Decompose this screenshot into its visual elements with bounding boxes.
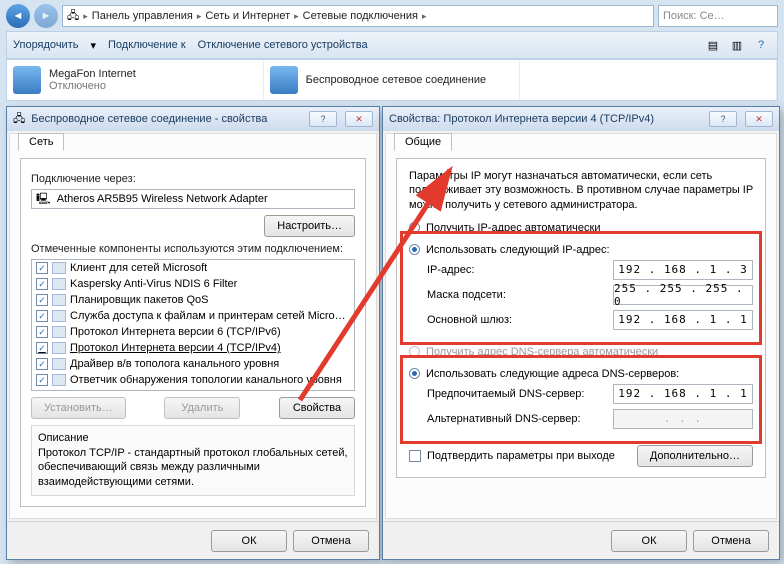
gateway-field[interactable]: 192 . 168 . 1 . 1 xyxy=(613,310,753,330)
advanced-button[interactable]: Дополнительно… xyxy=(637,445,753,467)
nav-forward-button[interactable]: ► xyxy=(34,4,58,28)
components-list[interactable]: ✓Клиент для сетей Microsoft✓Kaspersky An… xyxy=(31,259,355,391)
connection-icon xyxy=(270,66,298,94)
checkbox-icon[interactable]: ✓ xyxy=(36,262,48,274)
connection-icon xyxy=(13,66,41,94)
component-icon xyxy=(52,278,66,290)
checkbox-icon[interactable]: ✓ xyxy=(36,342,48,354)
breadcrumb[interactable]: 🖧 ▸ Панель управления ▸ Сеть и Интернет … xyxy=(62,5,654,27)
intro-text: Параметры IP могут назначаться автоматич… xyxy=(409,169,753,212)
component-icon xyxy=(52,358,66,370)
component-row[interactable]: ✓Клиент для сетей Microsoft xyxy=(32,260,354,276)
checkbox-icon[interactable]: ✓ xyxy=(36,374,48,386)
dialog-title: Беспроводное сетевое соединение - свойст… xyxy=(31,113,301,125)
connect-to-button[interactable]: Подключение к xyxy=(108,39,186,51)
tab-network[interactable]: Сеть xyxy=(18,133,64,151)
radio-auto-dns xyxy=(409,346,420,357)
properties-button[interactable]: Свойства xyxy=(279,397,355,419)
component-row[interactable]: ✓Kaspersky Anti-Virus NDIS 6 Filter xyxy=(32,276,354,292)
remove-button: Удалить xyxy=(164,397,240,419)
install-button[interactable]: Установить… xyxy=(31,397,126,419)
connection-item[interactable]: Беспроводное сетевое соединение xyxy=(264,60,521,100)
component-row[interactable]: ✓Планировщик пакетов QoS xyxy=(32,292,354,308)
nav-back-button[interactable]: ◄ xyxy=(6,4,30,28)
checkbox-icon[interactable]: ✓ xyxy=(36,310,48,322)
subnet-mask-field[interactable]: 255 . 255 . 255 . 0 xyxy=(613,285,753,305)
close-button[interactable]: ✕ xyxy=(745,111,773,127)
configure-button[interactable]: Настроить… xyxy=(264,215,355,237)
dns2-field[interactable]: . . . xyxy=(613,409,753,429)
cancel-button[interactable]: Отмена xyxy=(693,530,769,552)
help-button[interactable]: ? xyxy=(709,111,737,127)
component-icon xyxy=(52,342,66,354)
search-input[interactable]: Поиск: Се… xyxy=(658,5,778,27)
component-row[interactable]: ✓Ответчик обнаружения топологии канально… xyxy=(32,372,354,388)
component-icon xyxy=(52,262,66,274)
radio-static-ip[interactable] xyxy=(409,244,420,255)
adapter-field: 🖳 Atheros AR5B95 Wireless Network Adapte… xyxy=(31,189,355,209)
network-icon: 🖧 xyxy=(67,7,79,26)
ip-address-field[interactable]: 192 . 168 . 1 . 3 xyxy=(613,260,753,280)
adapter-icon: 🖳 xyxy=(36,190,51,209)
toolbar: Упорядочить ▾ Подключение к Отключение с… xyxy=(6,31,778,59)
checkbox-icon[interactable]: ✓ xyxy=(36,358,48,370)
preview-icon[interactable]: ▥ xyxy=(727,35,747,55)
network-icon: 🖧 xyxy=(13,110,25,129)
disable-device-button[interactable]: Отключение сетевого устройства xyxy=(198,39,368,51)
view-icon[interactable]: ▤ xyxy=(703,35,723,55)
checkbox-icon[interactable]: ✓ xyxy=(36,326,48,338)
connection-item-empty xyxy=(520,60,777,100)
component-row[interactable]: ✓Протокол Интернета версии 6 (TCP/IPv6) xyxy=(32,324,354,340)
dialog-title: Свойства: Протокол Интернета версии 4 (T… xyxy=(389,113,701,125)
component-icon xyxy=(52,374,66,386)
confirm-on-exit-checkbox[interactable] xyxy=(409,450,421,462)
component-icon xyxy=(52,310,66,322)
component-row[interactable]: ✓Драйвер в/в тополога канального уровня xyxy=(32,356,354,372)
component-icon xyxy=(52,294,66,306)
help-icon[interactable]: ? xyxy=(751,35,771,55)
radio-static-dns[interactable] xyxy=(409,368,420,379)
connection-item[interactable]: MegaFon Internet Отключено xyxy=(7,60,264,100)
ok-button[interactable]: ОК xyxy=(211,530,287,552)
component-row[interactable]: ✓Служба доступа к файлам и принтерам сет… xyxy=(32,308,354,324)
ok-button[interactable]: ОК xyxy=(611,530,687,552)
description-header: Описание xyxy=(38,432,348,444)
organize-button[interactable]: Упорядочить xyxy=(13,39,78,51)
radio-auto-ip[interactable] xyxy=(409,222,420,233)
component-row[interactable]: ✓Протокол Интернета версии 4 (TCP/IPv4) xyxy=(32,340,354,356)
cancel-button[interactable]: Отмена xyxy=(293,530,369,552)
close-button[interactable]: ✕ xyxy=(345,111,373,127)
checkbox-icon[interactable]: ✓ xyxy=(36,294,48,306)
help-button[interactable]: ? xyxy=(309,111,337,127)
tab-general[interactable]: Общие xyxy=(394,133,452,151)
description-text: Протокол TCP/IP - стандартный протокол г… xyxy=(38,446,348,489)
checkbox-icon[interactable]: ✓ xyxy=(36,278,48,290)
dns1-field[interactable]: 192 . 168 . 1 . 1 xyxy=(613,384,753,404)
component-icon xyxy=(52,326,66,338)
